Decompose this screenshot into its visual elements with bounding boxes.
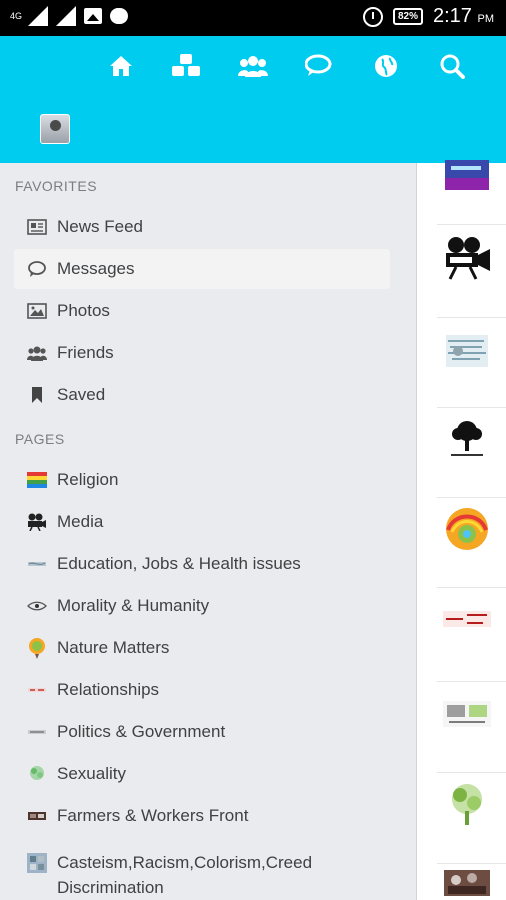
favorites-item-label: News Feed: [57, 217, 143, 236]
religion-thumb[interactable]: [437, 155, 497, 195]
favorites-item-label: Saved: [57, 385, 106, 404]
content-strip: [416, 160, 506, 900]
pages-item-sexuality[interactable]: Sexuality: [14, 754, 390, 794]
farmers-thumb[interactable]: [437, 861, 497, 900]
photos-icon: [27, 301, 47, 321]
sexuality-thumb[interactable]: [437, 769, 497, 839]
relationships-thumb[interactable]: [437, 584, 497, 654]
favorites-item-label: Messages: [57, 259, 135, 278]
newsfeed-icon: [27, 217, 47, 237]
friends-icon[interactable]: [235, 48, 271, 84]
globe-icon[interactable]: [368, 48, 404, 84]
favorites-item-news-feed[interactable]: News Feed: [14, 207, 390, 247]
pages-item-nature[interactable]: Nature Matters: [14, 628, 390, 668]
favorites-item-friends[interactable]: Friends: [14, 333, 390, 373]
pages-item-farmers[interactable]: Farmers & Workers Front: [14, 796, 390, 836]
pages-item-politics[interactable]: Politics & Government: [14, 712, 390, 752]
favorites-section-title: FAVORITES: [15, 178, 98, 194]
pages-section-title: PAGES: [15, 431, 65, 447]
messages-icon[interactable]: [301, 48, 337, 84]
pages-item-morality[interactable]: Morality & Humanity: [14, 586, 390, 626]
education-thumb[interactable]: [437, 316, 497, 386]
pages-item-casteism[interactable]: Casteism,Racism,Colorism,Creed Discrimin…: [14, 846, 404, 900]
pages-item-relationships[interactable]: Relationships: [14, 670, 390, 710]
network-type: 4G: [10, 10, 23, 21]
morality-icon: [27, 596, 47, 616]
pages-item-label: Politics & Government: [57, 722, 226, 741]
pages-item-label: Media: [57, 512, 104, 531]
menu-icon[interactable]: [37, 48, 73, 84]
pages-item-label: Farmers & Workers Front: [57, 806, 249, 825]
status-bar: 4G 82% 2:17 PM: [0, 0, 506, 36]
navigation-drawer: FAVORITES News Feed Messages Photos Frie…: [0, 163, 416, 900]
media-thumb[interactable]: [437, 223, 497, 293]
search-icon[interactable]: [434, 48, 470, 84]
politics-icon: [27, 722, 47, 742]
pages-item-label: Relationships: [57, 680, 160, 699]
groups-icon[interactable]: [168, 48, 204, 84]
battery-indicator: 82%: [392, 8, 423, 25]
signal-icon-2: [56, 6, 76, 26]
pages-item-label: Morality & Humanity: [57, 596, 210, 615]
gallery-notification-icon: [84, 8, 102, 24]
status-right: 82% 2:17 PM: [362, 5, 494, 28]
religion-icon: [27, 470, 47, 490]
pages-item-label: Casteism,Racism,Colorism,Creed Discrimin…: [57, 853, 313, 897]
tree-thumb[interactable]: [437, 404, 497, 474]
pages-item-label: Nature Matters: [57, 638, 170, 657]
favorites-item-label: Photos: [57, 301, 110, 320]
status-left: 4G: [10, 6, 128, 26]
home-icon[interactable]: [103, 48, 139, 84]
alarm-icon: [362, 6, 383, 27]
politics-thumb[interactable]: [437, 679, 497, 749]
signal-icon: [28, 6, 48, 26]
clock-time: 2:17: [433, 5, 472, 27]
favorites-item-messages[interactable]: Messages: [14, 249, 390, 289]
nature-thumb[interactable]: [437, 494, 497, 564]
pages-item-label: Education, Jobs & Health issues: [57, 554, 301, 573]
pages-item-label: Sexuality: [57, 764, 126, 783]
relationships-icon: [27, 680, 47, 700]
nature-icon: [27, 638, 47, 659]
friends-icon: [27, 343, 47, 363]
education-icon: [27, 554, 47, 574]
top-navigation: [0, 48, 506, 84]
app-header: [0, 36, 506, 163]
bookmark-icon: [27, 385, 47, 405]
sexuality-icon: [27, 764, 47, 784]
favorites-item-photos[interactable]: Photos: [14, 291, 390, 331]
clock: 2:17 PM: [433, 5, 494, 28]
media-icon: [27, 512, 47, 532]
farmers-icon: [27, 806, 47, 826]
chat-notification-icon: [110, 8, 128, 24]
pages-item-label: Religion: [57, 470, 119, 489]
pages-item-media[interactable]: Media: [14, 502, 390, 542]
pages-item-religion[interactable]: Religion: [14, 460, 390, 500]
favorites-item-saved[interactable]: Saved: [14, 375, 390, 415]
favorites-item-label: Friends: [57, 343, 114, 362]
profile-avatar[interactable]: [40, 114, 70, 144]
pages-item-education[interactable]: Education, Jobs & Health issues: [14, 544, 390, 584]
clock-ampm: PM: [477, 13, 495, 25]
messages-icon: [27, 259, 47, 279]
